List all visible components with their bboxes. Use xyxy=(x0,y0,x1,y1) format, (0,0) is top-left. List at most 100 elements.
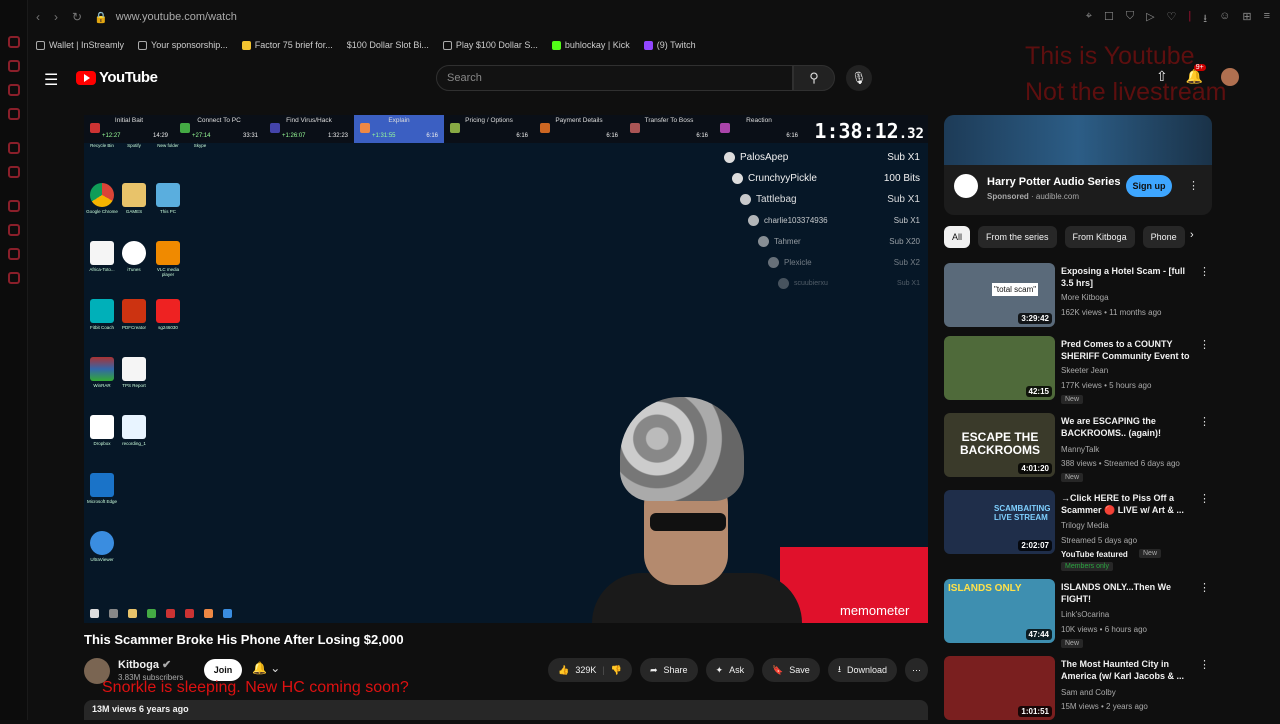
fitbit-icon: Fitbit Coach xyxy=(86,299,118,330)
sign-up-button[interactable]: Sign up xyxy=(1126,175,1172,197)
icon-image xyxy=(122,183,146,207)
video-title: The Most Haunted City in America (w/ Kar… xyxy=(1061,659,1185,681)
bookmark-item[interactable]: Your sponsorship... xyxy=(138,40,228,50)
description-box[interactable]: 13M views 6 years ago xyxy=(84,700,928,720)
forward-icon[interactable]: › xyxy=(54,10,58,24)
more-vert-icon[interactable]: ⋮ xyxy=(1199,338,1210,351)
share-button[interactable]: ➦ Share xyxy=(639,658,698,682)
step-icon xyxy=(270,123,280,133)
more-actions-button[interactable]: ⋯ xyxy=(905,658,928,682)
voice-search-button[interactable]: 🎙 xyxy=(846,65,872,91)
more-vert-icon[interactable]: ⋮ xyxy=(1199,581,1210,594)
like-button[interactable]: 👍 329K | 👎 xyxy=(548,658,632,682)
bookmark-item[interactable]: Wallet | InStreamly xyxy=(36,40,124,50)
winrar-icon: WinRAR xyxy=(86,357,118,388)
sidebar-app-icon[interactable] xyxy=(8,224,20,236)
vlc-icon: VLC media player xyxy=(152,241,184,277)
extensions-icon[interactable]: ⊞ xyxy=(1242,10,1251,29)
sidebar-app-icon[interactable] xyxy=(8,200,20,212)
icon-image xyxy=(90,531,114,555)
step-pricing: Pricing / Options 6:16 xyxy=(444,115,534,143)
recommendation-item[interactable]: ISLANDS ONLY 47:44 ISLANDS ONLY...Then We… xyxy=(944,579,1212,648)
sidebar-app-icon[interactable] xyxy=(8,248,20,260)
url-bar[interactable]: www.youtube.com/watch xyxy=(116,11,237,23)
video-thumbnail[interactable]: 1:01:51 xyxy=(944,656,1055,720)
reload-icon[interactable]: ↻ xyxy=(72,10,82,24)
bookmark-item[interactable]: (9) Twitch xyxy=(643,40,696,50)
more-vert-icon[interactable]: ⋮ xyxy=(1199,415,1210,428)
chip-from-series[interactable]: From the series xyxy=(978,226,1057,248)
bookmark-icon[interactable]: ☐ xyxy=(1104,10,1114,29)
sponsored-ad[interactable]: Harry Potter Audio Series Sponsored · au… xyxy=(944,115,1212,215)
ask-button[interactable]: ✦ Ask xyxy=(705,658,755,682)
user-icon xyxy=(768,257,779,268)
profile-icon[interactable]: ☺ xyxy=(1219,10,1230,29)
file-icon: Africa-Toto... xyxy=(86,241,118,272)
hamburger-menu-icon[interactable]: ☰ xyxy=(44,70,58,90)
ad-title: Harry Potter Audio Series xyxy=(987,176,1121,188)
bookmark-item[interactable]: buhlockay | Kick xyxy=(551,40,630,50)
sidebar-app-icon[interactable] xyxy=(8,60,20,72)
youtube-play-icon xyxy=(76,70,96,85)
webcam-wig xyxy=(620,397,744,501)
shield-icon[interactable]: ⛉ xyxy=(1126,10,1134,29)
channel-name[interactable]: Kitboga ✔ xyxy=(118,658,171,671)
bookmark-item[interactable]: Factor 75 brief for... xyxy=(241,40,333,50)
recommendation-item[interactable]: SCAMBAITING LIVE STREAM 2:02:07 →Click HE… xyxy=(944,490,1212,574)
more-vert-icon[interactable]: ⋮ xyxy=(1199,265,1210,278)
desktop-icon: New folder xyxy=(157,143,179,148)
recommendation-item[interactable]: 1:01:51 The Most Haunted City in America… xyxy=(944,656,1212,724)
subscribe-bell-button[interactable]: 🔔 ⌄ xyxy=(252,661,280,675)
sidebar-app-icon[interactable] xyxy=(8,272,20,284)
recommendation-item[interactable]: "total scam" 3:29:42 Exposing a Hotel Sca… xyxy=(944,263,1212,331)
menu-icon[interactable]: ≡ xyxy=(1264,10,1270,29)
icon-image xyxy=(156,241,180,265)
divider: | xyxy=(1188,10,1192,22)
recommendation-item[interactable]: 42:15 Pred Comes to a COUNTY SHERIFF Com… xyxy=(944,336,1212,404)
sidebar-app-icon[interactable] xyxy=(8,84,20,96)
sidebar-app-icon[interactable] xyxy=(8,166,20,178)
youtube-logo[interactable]: YouTube xyxy=(76,69,158,86)
create-icon[interactable]: ⇧ xyxy=(1156,68,1168,86)
notifications-button[interactable]: 🔔 9+ xyxy=(1186,64,1206,86)
chevron-right-icon[interactable]: › xyxy=(1190,229,1194,241)
more-vert-icon[interactable]: ⋮ xyxy=(1188,179,1199,192)
chip-from-kitboga[interactable]: From Kitboga xyxy=(1064,226,1135,248)
more-vert-icon[interactable]: ⋮ xyxy=(1199,492,1210,505)
webcam-sunglasses xyxy=(650,513,726,531)
back-icon[interactable]: ‹ xyxy=(36,10,40,24)
thumbs-down-icon[interactable]: 👎 xyxy=(611,665,622,676)
play-icon[interactable]: ▷ xyxy=(1146,10,1154,29)
video-player[interactable]: Initial Bait +12:27 14:29 Connect To PC +27… xyxy=(84,115,928,623)
sidebar-app-icon[interactable] xyxy=(8,36,20,48)
download-icon[interactable]: ⭳ xyxy=(1203,10,1207,29)
save-button[interactable]: 🔖 Save xyxy=(762,658,820,682)
avatar[interactable] xyxy=(1221,68,1240,86)
video-thumbnail[interactable]: ESCAPE THE BACKROOMS 4:01:20 xyxy=(944,413,1055,477)
recommendation-item[interactable]: ESCAPE THE BACKROOMS 4:01:20 We are ESCAP… xyxy=(944,413,1212,482)
sidebar-app-icon[interactable] xyxy=(8,108,20,120)
search-input[interactable]: Search xyxy=(436,65,793,91)
icon-image xyxy=(90,241,114,265)
list-item: CrunchyyPickle 100 Bits xyxy=(724,168,920,189)
lock-icon: 🔒 xyxy=(94,11,108,24)
bookmark-item[interactable]: $100 Dollar Slot Bi... xyxy=(347,40,429,50)
video-thumbnail[interactable]: 42:15 xyxy=(944,336,1055,400)
video-thumbnail[interactable]: SCAMBAITING LIVE STREAM 2:02:07 xyxy=(944,490,1055,554)
more-vert-icon[interactable]: ⋮ xyxy=(1199,658,1210,671)
kick-icon xyxy=(551,40,561,50)
video-thumbnail[interactable]: ISLANDS ONLY 47:44 xyxy=(944,579,1055,643)
download-button[interactable]: ⭳ Download xyxy=(827,658,897,682)
video-thumbnail[interactable]: "total scam" 3:29:42 xyxy=(944,263,1055,327)
pin-icon[interactable]: ⌖ xyxy=(1086,10,1092,29)
join-button[interactable]: Join xyxy=(204,659,242,681)
channel-name: Trilogy Media xyxy=(1061,521,1109,530)
heart-icon[interactable]: ♡ xyxy=(1167,10,1177,29)
search-button[interactable]: ⚲ xyxy=(793,65,835,91)
chip-phone[interactable]: Phone xyxy=(1142,226,1185,248)
bookmark-item[interactable]: Play $100 Dollar S... xyxy=(442,40,538,50)
chip-all[interactable]: All xyxy=(944,226,971,248)
desktop-icon: Recycle Bin xyxy=(90,143,114,148)
sidebar-app-icon[interactable] xyxy=(8,142,20,154)
docx-icon: TPS Report xyxy=(118,357,150,388)
